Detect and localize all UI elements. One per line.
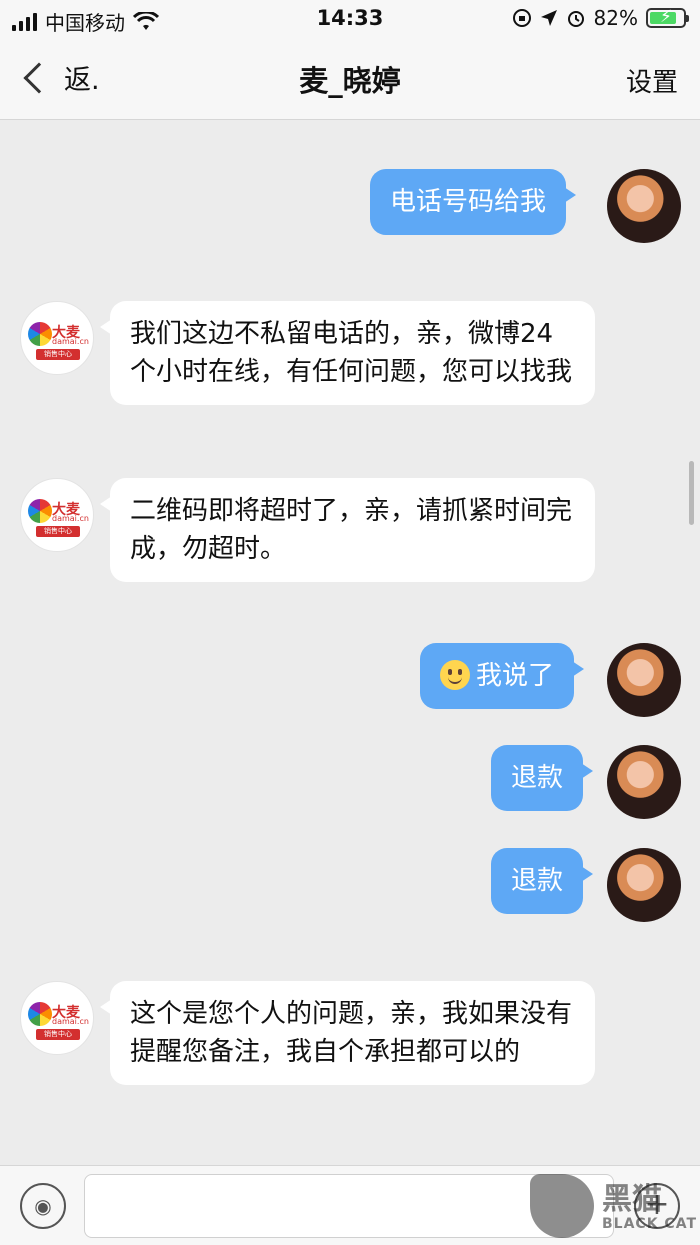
charging-bolt-icon: ⚡ bbox=[660, 7, 672, 27]
voice-input-button[interactable]: ◉ bbox=[20, 1183, 66, 1229]
plus-icon: + bbox=[644, 1187, 670, 1222]
shop-tag: 销售中心 bbox=[36, 349, 80, 360]
damai-flower-icon bbox=[28, 1002, 52, 1026]
damai-logo: 大麦 damai.cn 销售中心 bbox=[28, 499, 89, 537]
shop-url: damai.cn bbox=[52, 514, 89, 523]
damai-flower-icon bbox=[28, 499, 52, 523]
message-text: 二维码即将超时了，亲，请抓紧时间完成，勿超时。 bbox=[130, 496, 573, 564]
shop-avatar[interactable]: 大麦 damai.cn 销售中心 bbox=[20, 478, 94, 552]
message-bubble-incoming[interactable]: 这个是您个人的问题，亲，我如果没有提醒您备注，我自个承担都可以的 bbox=[100, 981, 595, 1085]
message-text: 我说了 bbox=[476, 661, 555, 691]
message-text: 退款 bbox=[511, 866, 564, 896]
damai-logo: 大麦 damai.cn 销售中心 bbox=[28, 322, 89, 360]
message-bubble-incoming[interactable]: 我们这边不私留电话的，亲，微博24个小时在线，有任何问题，您可以找我 bbox=[100, 301, 595, 405]
damai-logo: 大麦 damai.cn 销售中心 bbox=[28, 1002, 89, 1040]
shop-avatar[interactable]: 大麦 damai.cn 销售中心 bbox=[20, 301, 94, 375]
message-bubble-outgoing[interactable]: 退款 bbox=[491, 745, 594, 811]
alarm-icon bbox=[567, 11, 584, 27]
chat-area[interactable]: 电话号码给我 大麦 damai.cn 销售中心 我们这边不私留电话的，亲，微博2… bbox=[0, 121, 700, 1165]
message-bubble-outgoing[interactable]: 退款 bbox=[491, 848, 594, 914]
status-bar: 中国移动 14:33 82% ⚡ bbox=[0, 0, 700, 40]
shop-tag: 销售中心 bbox=[36, 526, 80, 537]
damai-flower-icon bbox=[28, 322, 52, 346]
location-icon bbox=[540, 10, 557, 26]
more-options-button[interactable]: + bbox=[634, 1183, 680, 1229]
battery-icon: ⚡ bbox=[646, 7, 689, 28]
input-bar: ◉ + bbox=[0, 1165, 700, 1245]
scroll-indicator[interactable] bbox=[689, 461, 694, 525]
smiley-emoji-icon bbox=[440, 660, 470, 690]
user-avatar[interactable] bbox=[607, 745, 681, 819]
message-text: 我们这边不私留电话的，亲，微博24个小时在线，有任何问题，您可以找我 bbox=[130, 319, 573, 387]
message-bubble-incoming[interactable]: 二维码即将超时了，亲，请抓紧时间完成，勿超时。 bbox=[100, 478, 595, 582]
shop-url: damai.cn bbox=[52, 337, 89, 346]
status-icons: 82% ⚡ bbox=[512, 6, 689, 30]
settings-button[interactable]: 设置 bbox=[626, 62, 678, 99]
chat-title: 麦_晓婷 bbox=[299, 64, 401, 98]
message-bubble-outgoing[interactable]: 电话号码给我 bbox=[370, 169, 577, 235]
nav-bar: 返. 麦_晓婷 设置 bbox=[0, 40, 700, 120]
shop-tag: 销售中心 bbox=[36, 1029, 80, 1040]
shop-url: damai.cn bbox=[52, 1017, 89, 1026]
message-text: 退款 bbox=[511, 763, 564, 793]
message-text: 电话号码给我 bbox=[390, 187, 547, 217]
message-input[interactable] bbox=[84, 1174, 614, 1238]
user-avatar[interactable] bbox=[607, 169, 681, 243]
user-avatar[interactable] bbox=[607, 643, 681, 717]
battery-percent: 82% bbox=[593, 6, 638, 30]
message-bubble-outgoing[interactable]: 我说了 bbox=[420, 643, 585, 709]
shop-avatar[interactable]: 大麦 damai.cn 销售中心 bbox=[20, 981, 94, 1055]
user-avatar[interactable] bbox=[607, 848, 681, 922]
rotation-lock-icon bbox=[512, 9, 531, 27]
message-text: 这个是您个人的问题，亲，我如果没有提醒您备注，我自个承担都可以的 bbox=[130, 999, 573, 1067]
voice-wave-icon: ◉ bbox=[34, 1194, 52, 1218]
